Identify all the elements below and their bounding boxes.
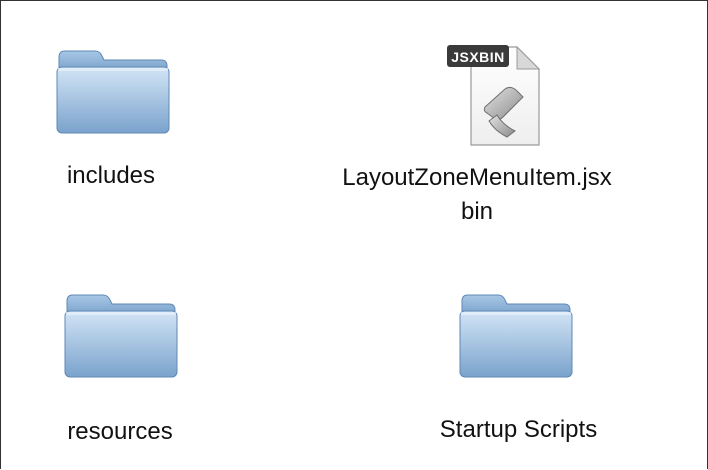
item-label: resources [67, 418, 173, 445]
item-label: includes [66, 162, 156, 189]
finder-window-content: includes JSXBIN LayoutZoneMenuItem.jsxbi… [0, 0, 708, 469]
folder-icon [459, 294, 573, 378]
file-type-badge: JSXBIN [451, 49, 505, 65]
item-startup-scripts[interactable]: Startup Scripts [396, 271, 656, 451]
folder-icon [64, 294, 178, 378]
item-resources[interactable]: resources [31, 271, 211, 451]
item-layoutzonemenuitem-jsxbin[interactable]: JSXBIN LayoutZoneMenuItem.jsxbin [321, 11, 631, 241]
item-label: Startup Scripts [439, 416, 598, 443]
item-includes[interactable]: includes [31, 31, 211, 201]
item-label: LayoutZoneMenuItem.jsxbin [342, 164, 612, 225]
folder-icon [56, 50, 170, 134]
